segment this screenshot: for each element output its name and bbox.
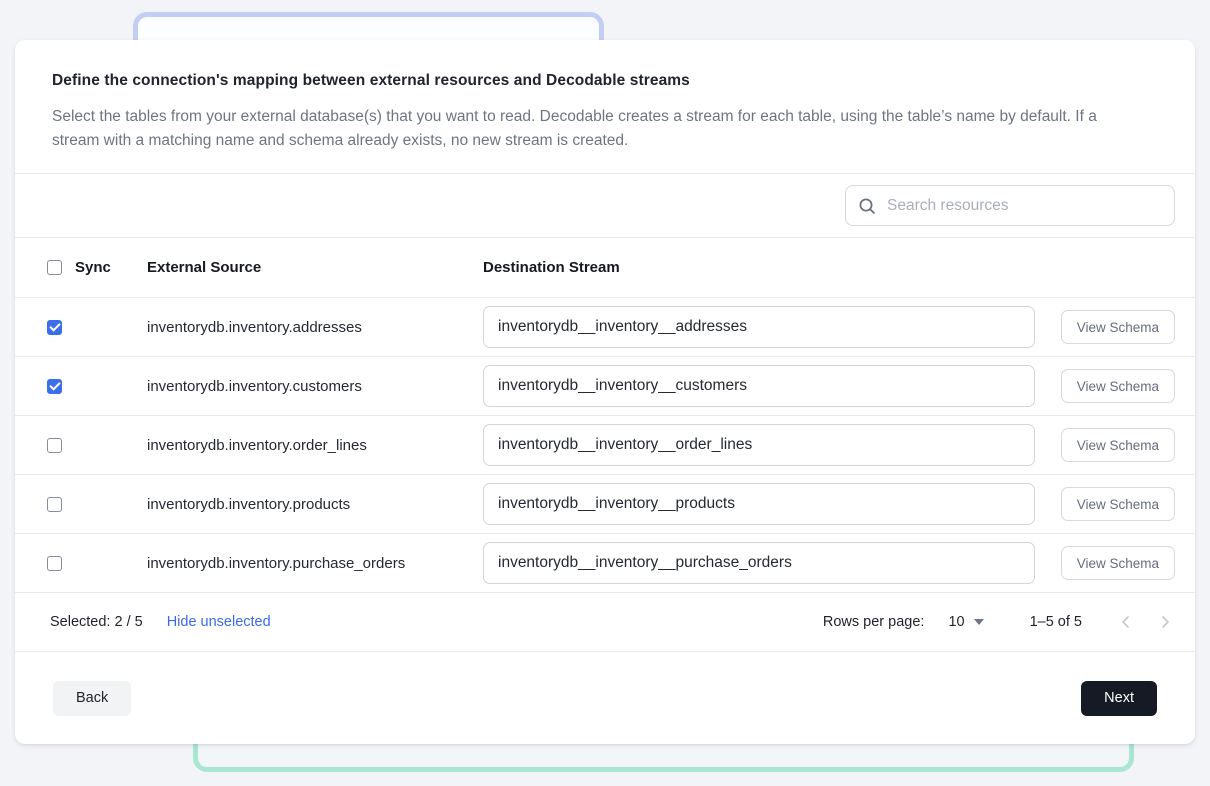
destination-stream-input[interactable] — [483, 306, 1035, 348]
table-row: inventorydb.inventory.order_lines View S… — [15, 416, 1195, 475]
connection-mapping-dialog: Define the connection's mapping between … — [15, 40, 1195, 744]
view-schema-button[interactable]: View Schema — [1061, 310, 1175, 344]
previous-page-button[interactable] — [1112, 608, 1140, 636]
table-header-row: Sync External Source Destination Stream — [15, 238, 1195, 298]
table-row: inventorydb.inventory.products View Sche… — [15, 475, 1195, 534]
external-source-cell: inventorydb.inventory.purchase_orders — [147, 555, 483, 572]
table-row: inventorydb.inventory.customers View Sch… — [15, 357, 1195, 416]
table-footer: Selected: 2 / 5 Hide unselected Rows per… — [15, 593, 1195, 652]
dialog-actions: Back Next — [15, 652, 1195, 744]
search-input[interactable] — [887, 197, 1162, 215]
select-all-checkbox[interactable] — [47, 260, 62, 275]
page-range-label: 1–5 of 5 — [1030, 614, 1082, 630]
next-page-button[interactable] — [1151, 608, 1179, 636]
hide-unselected-link[interactable]: Hide unselected — [167, 614, 271, 630]
rows-per-page-value: 10 — [948, 614, 964, 630]
row-sync-checkbox[interactable] — [47, 556, 62, 571]
chevron-down-icon — [974, 619, 984, 625]
destination-stream-input[interactable] — [483, 424, 1035, 466]
rows-per-page-label: Rows per page: — [823, 614, 925, 630]
search-box[interactable] — [845, 185, 1175, 226]
external-source-cell: inventorydb.inventory.addresses — [147, 319, 483, 336]
view-schema-button[interactable]: View Schema — [1061, 546, 1175, 580]
external-source-cell: inventorydb.inventory.products — [147, 496, 483, 513]
column-header-external-source: External Source — [147, 259, 483, 276]
row-sync-checkbox[interactable] — [47, 379, 62, 394]
row-sync-checkbox[interactable] — [47, 497, 62, 512]
chevron-left-icon — [1118, 614, 1134, 630]
back-button[interactable]: Back — [53, 681, 131, 716]
dialog-header: Define the connection's mapping between … — [15, 40, 1195, 174]
search-toolbar — [15, 174, 1195, 238]
external-source-cell: inventorydb.inventory.customers — [147, 378, 483, 395]
table-row: inventorydb.inventory.purchase_orders Vi… — [15, 534, 1195, 593]
search-icon — [858, 197, 876, 215]
dialog-description: Select the tables from your external dat… — [52, 105, 1115, 153]
table-row: inventorydb.inventory.addresses View Sch… — [15, 298, 1195, 357]
row-sync-checkbox[interactable] — [47, 438, 62, 453]
destination-stream-input[interactable] — [483, 542, 1035, 584]
column-header-sync: Sync — [75, 259, 111, 276]
chevron-right-icon — [1157, 614, 1173, 630]
view-schema-button[interactable]: View Schema — [1061, 369, 1175, 403]
next-button[interactable]: Next — [1081, 681, 1157, 716]
selected-count-label: Selected: 2 / 5 — [50, 614, 143, 630]
table-body: inventorydb.inventory.addresses View Sch… — [15, 298, 1195, 593]
view-schema-button[interactable]: View Schema — [1061, 487, 1175, 521]
column-header-destination-stream: Destination Stream — [483, 259, 1175, 276]
destination-stream-input[interactable] — [483, 483, 1035, 525]
row-sync-checkbox[interactable] — [47, 320, 62, 335]
destination-stream-input[interactable] — [483, 365, 1035, 407]
rows-per-page-select[interactable]: 10 — [948, 614, 983, 630]
view-schema-button[interactable]: View Schema — [1061, 428, 1175, 462]
dialog-title: Define the connection's mapping between … — [52, 72, 1115, 90]
external-source-cell: inventorydb.inventory.order_lines — [147, 437, 483, 454]
